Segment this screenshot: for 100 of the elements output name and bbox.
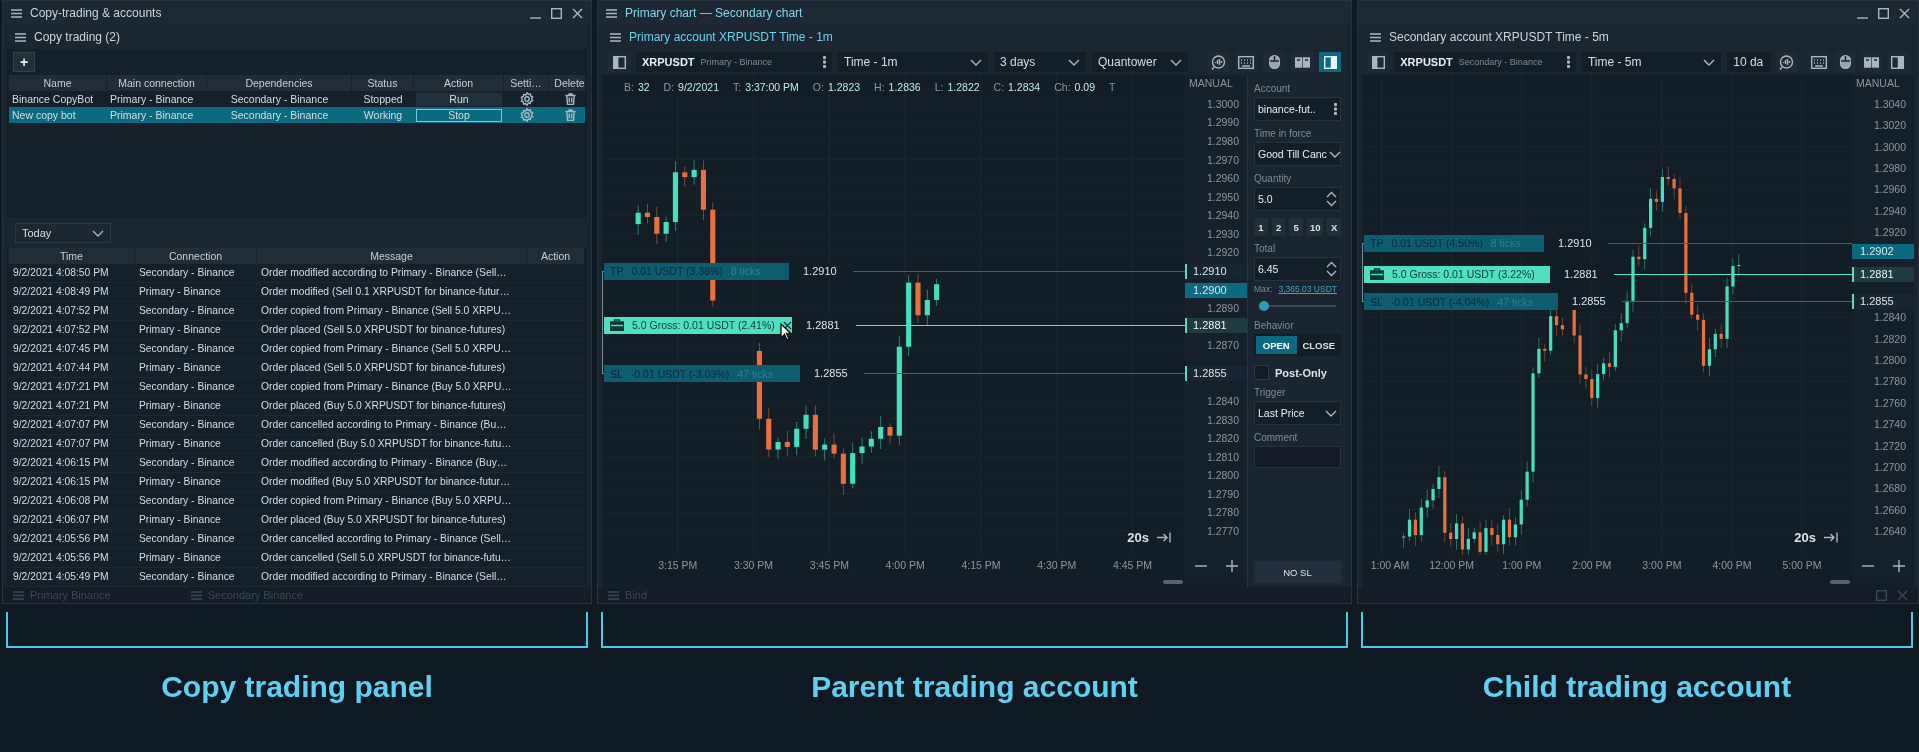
zoom-label[interactable]: 20s: [1794, 530, 1816, 545]
price-tick: 1.2740: [1873, 417, 1906, 432]
behavior-option[interactable]: CLOSE: [1298, 336, 1339, 354]
period-dropdown[interactable]: 3 days: [994, 52, 1086, 72]
scrollbar-handle[interactable]: [1163, 580, 1183, 584]
price-tick: 1.2980: [1873, 160, 1906, 175]
symbol-selector[interactable]: XRPUSDT Secondary - Binance: [1394, 52, 1576, 72]
max-label: Max:: [1254, 284, 1273, 294]
more-icon[interactable]: [823, 56, 826, 68]
symbol-selector[interactable]: XRPUSDT Primary - Binance: [636, 52, 832, 72]
table-cell-text: 9/2/2021 4:07:21 PM: [12, 380, 110, 394]
position-label[interactable]: 5.0 Gross: 0.01 USDT (3.22%): [1364, 265, 1550, 283]
position-label[interactable]: 5.0 Gross: 0.01 USDT (2.41%): [604, 316, 792, 334]
chevron-icon: [1703, 58, 1716, 66]
menu-icon[interactable]: [1370, 32, 1381, 42]
price-tick: 1.2920: [1873, 224, 1906, 239]
checkbox-label: Post-Only: [1275, 366, 1327, 379]
close-icon[interactable]: [572, 7, 583, 19]
price-tag: 1.2881: [1852, 266, 1914, 282]
total-field[interactable]: 6.45: [1254, 257, 1341, 281]
time-in-force-dropdown[interactable]: Good Till Canc: [1254, 142, 1341, 166]
close-icon[interactable]: [1899, 7, 1910, 19]
max-link[interactable]: 3,365.03 USDT: [1278, 284, 1337, 294]
ohlc-info: C: 1.2834: [993, 81, 1041, 93]
trigger-dropdown[interactable]: Last Price: [1254, 401, 1341, 425]
trash-icon[interactable]: [564, 93, 576, 105]
mouse-icon[interactable]: [1268, 55, 1280, 69]
table-cell-text: Primary - Binance: [138, 361, 222, 375]
mouse-button[interactable]: [1263, 52, 1285, 72]
quantity-preset-button[interactable]: 10: [1307, 218, 1324, 236]
table-cell-text: Secondary - Binance: [138, 532, 236, 546]
price-tick: 1.2780: [1873, 374, 1906, 389]
window-title: Copy-trading & accounts: [30, 6, 163, 20]
price-tick: 1.2800: [1873, 353, 1906, 368]
table-cell-text: 9/2/2021 4:06:15 PM: [12, 475, 110, 489]
plus-icon[interactable]: [1892, 560, 1905, 572]
candle: [822, 438, 828, 461]
timeframe-dropdown[interactable]: Time - 5m: [1581, 52, 1722, 72]
zoom-label[interactable]: 20s: [1127, 530, 1149, 545]
settings-icon[interactable]: [519, 92, 534, 106]
field-label: Quantity: [1254, 173, 1293, 184]
add-button[interactable]: +: [13, 52, 35, 72]
table-cell-text: Working: [362, 108, 404, 123]
action-button[interactable]: Run: [416, 92, 502, 106]
more-icon[interactable]: [1566, 56, 1570, 68]
time-tick: 4:30 PM: [1036, 559, 1078, 571]
quantity-field[interactable]: 5.0: [1254, 187, 1341, 211]
field-label: Account: [1254, 83, 1292, 94]
table-cell-text: Secondary - Binance: [138, 304, 236, 318]
stepper-icon[interactable]: [1326, 191, 1337, 207]
behavior-option[interactable]: OPEN: [1256, 336, 1297, 354]
period-dropdown[interactable]: Today: [15, 223, 111, 243]
mouse-icon[interactable]: [1839, 55, 1851, 69]
plus-icon[interactable]: [1225, 560, 1238, 572]
candle: [1690, 283, 1694, 319]
price-tick: 1.2760: [1873, 395, 1906, 410]
ohlc-info: T: 3:37:00 PM: [733, 81, 799, 93]
quantity-preset-button[interactable]: 2: [1271, 218, 1286, 236]
arrow-to-line-icon[interactable]: [1824, 532, 1838, 543]
arrow-to-line-icon[interactable]: [1157, 532, 1171, 543]
more-icon[interactable]: [1334, 103, 1337, 115]
stepper-icon[interactable]: [1326, 261, 1337, 277]
table-row[interactable]: New copy bot Primary - Binance Secondary - Binance Working Stop: [9, 107, 585, 123]
menu-icon[interactable]: [15, 32, 26, 42]
ohlc-info: T: [1109, 81, 1116, 93]
price-tick: 1.2800: [1206, 468, 1239, 483]
no-sl-button[interactable]: NO SL: [1254, 561, 1341, 583]
price-tick: 1.2870: [1206, 338, 1239, 353]
candle: [1643, 223, 1647, 270]
scrollbar-handle[interactable]: [1830, 580, 1850, 584]
mouse-pointer-icon: [780, 322, 792, 341]
comment-field[interactable]: [1254, 446, 1341, 468]
checkbox[interactable]: [1254, 365, 1269, 380]
table-cell-text: Primary - Binance: [138, 399, 222, 413]
quantity-preset-button[interactable]: X: [1327, 218, 1341, 236]
menu-icon[interactable]: [610, 32, 621, 42]
timeframe-dropdown[interactable]: Time - 1m: [838, 52, 988, 72]
table-cell-text: 9/2/2021 4:08:49 PM: [12, 285, 110, 299]
price-tick: 1.2700: [1873, 459, 1906, 474]
quantity-preset-button[interactable]: 5: [1289, 218, 1304, 236]
action-button[interactable]: Stop: [416, 108, 502, 122]
candle: [831, 433, 837, 459]
close-icon[interactable]: [782, 320, 792, 330]
candle: [794, 421, 800, 456]
scale-mode[interactable]: MANUAL: [1189, 77, 1233, 89]
menu-icon[interactable]: [606, 8, 617, 18]
scale-mode[interactable]: MANUAL: [1856, 77, 1900, 89]
time-tick: 2:00 PM: [1571, 559, 1613, 571]
maximize-icon[interactable]: [551, 7, 562, 19]
template-dropdown[interactable]: Quantower: [1092, 52, 1188, 72]
table-cell-text: 9/2/2021 4:07:21 PM: [12, 399, 110, 413]
maximize-icon[interactable]: [1878, 7, 1889, 19]
mouse-button[interactable]: [1835, 52, 1856, 72]
time-tick: 5:00 PM: [1781, 559, 1823, 571]
quantity-preset-button[interactable]: 1: [1254, 218, 1268, 236]
period-dropdown[interactable]: 10 da: [1727, 52, 1771, 72]
candle: [1590, 370, 1594, 406]
menu-icon[interactable]: [11, 8, 22, 18]
account-selector[interactable]: binance-fut..: [1254, 97, 1341, 121]
slider-thumb[interactable]: [1259, 301, 1269, 311]
